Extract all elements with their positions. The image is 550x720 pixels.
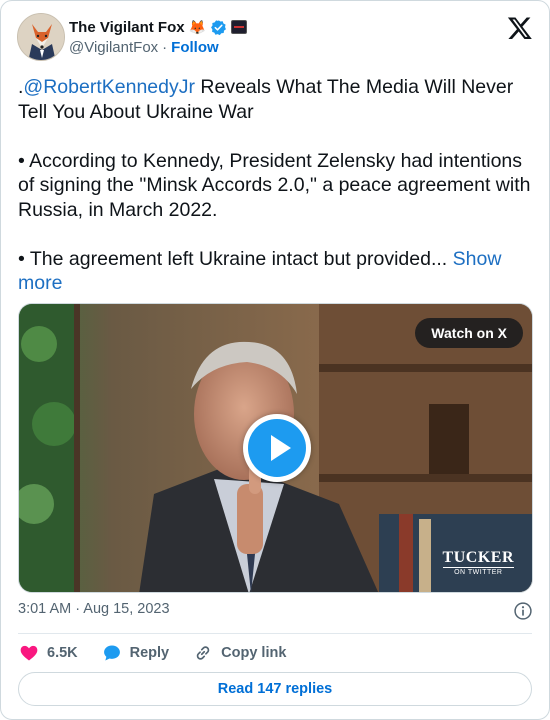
tweet-paragraph-2: • According to Kennedy, President Zelens… — [18, 149, 531, 221]
tweet-paragraph-3: • The agreement left Ukraine intact but … — [18, 247, 533, 296]
watch-on-x-button[interactable]: Watch on X — [415, 318, 523, 348]
tweet-text: .@RobertKennedyJr Reveals What The Media… — [18, 75, 533, 296]
read-replies-button[interactable]: Read 147 replies — [18, 672, 532, 706]
tweet-paragraph-1: .@RobertKennedyJr Reveals What The Media… — [18, 75, 533, 124]
display-name[interactable]: The Vigilant Fox — [69, 19, 185, 36]
reply-label: Reply — [129, 645, 170, 661]
copy-link-label: Copy link — [221, 645, 287, 661]
watermark-sub: ON TWITTER — [442, 567, 514, 576]
handle-row: @VigilantFox · Follow — [69, 39, 247, 56]
copy-link-button[interactable]: Copy link — [193, 643, 286, 663]
watermark-main: TUCKER — [442, 549, 514, 566]
like-button[interactable]: 6.5K — [19, 643, 78, 663]
heart-icon — [20, 645, 38, 661]
video-thumbnail[interactable]: Watch on X TUCKER ON TWITTER — [18, 303, 533, 593]
fox-emoji: 🦊 — [188, 19, 207, 35]
affiliation-badge-icon — [231, 20, 248, 34]
divider — [18, 633, 532, 634]
timestamp[interactable]: 3:01 AM · Aug 15, 2023 — [18, 601, 170, 617]
display-name-row: The Vigilant Fox 🦊 — [69, 17, 248, 37]
verified-badge-icon — [211, 19, 226, 35]
info-icon[interactable] — [513, 601, 533, 621]
tucker-watermark: TUCKER ON TWITTER — [442, 549, 514, 576]
link-icon — [196, 646, 210, 660]
author-names: The Vigilant Fox 🦊 @VigilantFox · Follow — [69, 17, 248, 56]
handle[interactable]: @VigilantFox — [69, 39, 158, 56]
truncated-text: • The agreement left Ukraine intact but … — [18, 247, 453, 270]
play-button[interactable] — [243, 414, 311, 482]
x-logo-icon[interactable] — [507, 15, 533, 41]
like-count: 6.5K — [47, 645, 78, 661]
tweet-card: The Vigilant Fox 🦊 @VigilantFox · Follow… — [0, 0, 550, 720]
action-bar: 6.5K Reply Copy link — [19, 641, 310, 665]
mention-link[interactable]: @RobertKennedyJr — [23, 76, 195, 98]
fox-avatar-icon — [18, 14, 64, 60]
follow-button[interactable]: Follow — [171, 39, 219, 56]
separator-dot: · — [162, 39, 168, 56]
avatar[interactable] — [17, 13, 65, 61]
reply-button[interactable]: Reply — [102, 643, 170, 663]
play-icon — [248, 419, 306, 477]
reply-bubble-icon — [103, 645, 120, 661]
tweet-header: The Vigilant Fox 🦊 @VigilantFox · Follow — [17, 13, 533, 63]
